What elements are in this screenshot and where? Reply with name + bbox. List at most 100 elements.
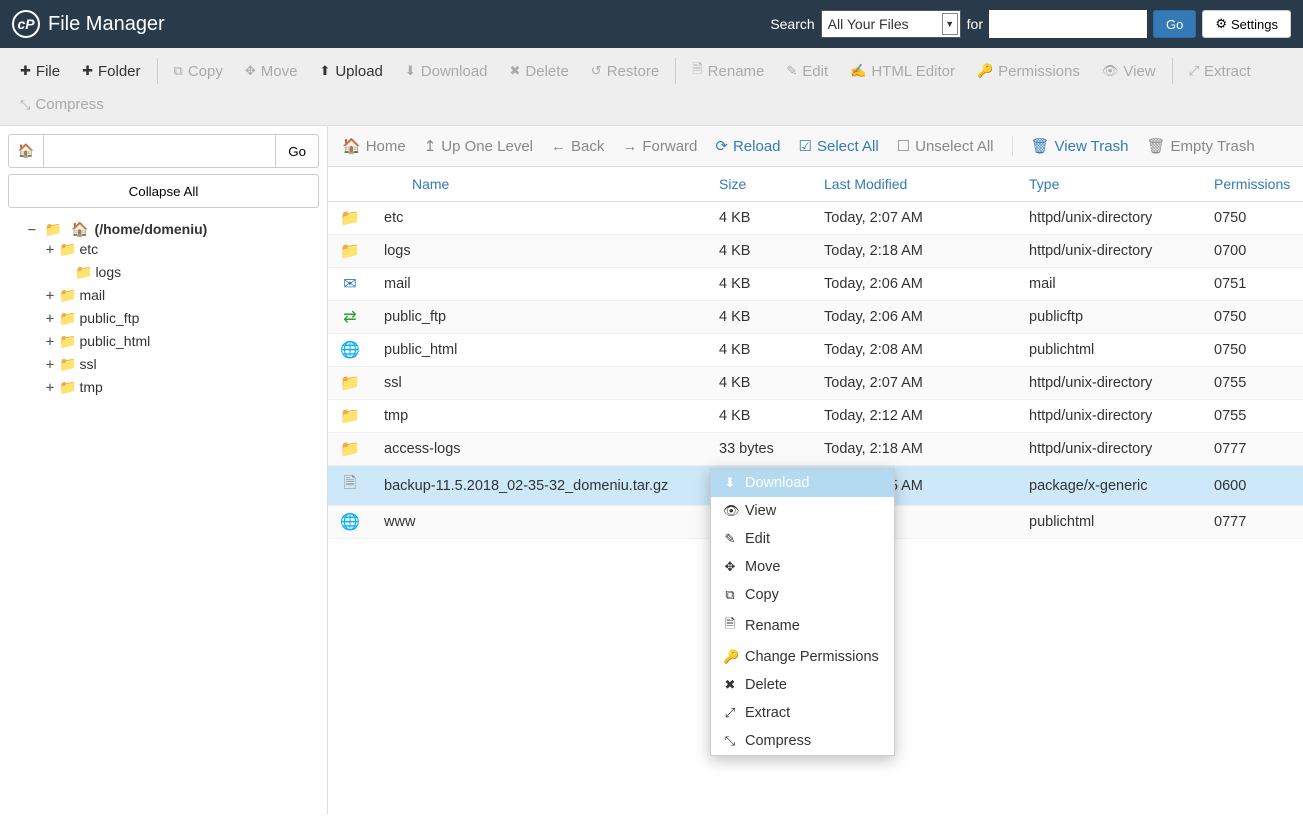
delete-button[interactable]: ✖Delete — [500, 54, 579, 88]
context-menu-item[interactable]: ⬇Download — [711, 469, 894, 497]
home-button[interactable]: 🏠Home — [342, 137, 406, 155]
plus-icon: ✚ — [82, 63, 93, 79]
table-row[interactable]: ⇄public_ftp4 KBToday, 2:06 AMpublicftp07… — [328, 301, 1303, 334]
cpanel-icon: cP — [12, 10, 40, 38]
view-button[interactable]: 👁View — [1092, 54, 1166, 88]
main-toolbar: ✚File ✚Folder ⧉Copy ✥Move ⬆Upload ⬇Downl… — [0, 48, 1303, 126]
plus-icon[interactable]: + — [44, 288, 56, 304]
col-size-header[interactable]: Size — [707, 167, 812, 202]
search-scope-select[interactable]: All Your Files ▼ — [821, 10, 961, 38]
trash-icon: 🗑 — [1031, 137, 1050, 155]
cell-name: tmp — [372, 400, 707, 433]
context-menu-item[interactable]: ⤢Extract — [711, 699, 894, 727]
folder-icon: 📁 — [340, 243, 360, 260]
plus-icon[interactable]: + — [44, 311, 56, 327]
tree-item[interactable]: +📁public_ftp — [44, 307, 319, 330]
col-type-header[interactable]: Type — [1017, 167, 1202, 202]
tree-item[interactable]: +📁mail — [44, 284, 319, 307]
context-menu-item[interactable]: ⤡Compress — [711, 727, 894, 755]
key-icon: 🔑 — [977, 63, 993, 79]
minus-icon[interactable]: − — [26, 222, 38, 238]
search-label: Search — [770, 16, 814, 32]
folder-button[interactable]: ✚Folder — [72, 54, 150, 88]
folder-icon: 📁 — [59, 287, 76, 303]
context-menu-item[interactable]: ✎Edit — [711, 525, 894, 553]
context-menu-item[interactable]: 👁View — [711, 497, 894, 525]
settings-button[interactable]: ⚙ Settings — [1202, 10, 1291, 38]
eye-icon: 👁 — [1102, 63, 1119, 79]
cell-size: 33 bytes — [707, 433, 812, 466]
forward-button[interactable]: →Forward — [622, 138, 697, 155]
empty-trash-button[interactable]: 🗑Empty Trash — [1146, 137, 1254, 155]
up-one-level-button[interactable]: ↥Up One Level — [424, 137, 533, 155]
mail-icon: ✉ — [343, 276, 356, 293]
context-menu-item[interactable]: ✥Move — [711, 553, 894, 581]
context-menu-item[interactable]: ⧉Copy — [711, 581, 894, 609]
tree-item[interactable]: +📁tmp — [44, 376, 319, 399]
col-permissions-header[interactable]: Permissions — [1202, 167, 1303, 202]
table-row[interactable]: 📁tmp4 KBToday, 2:12 AMhttpd/unix-directo… — [328, 400, 1303, 433]
unselect-all-button[interactable]: ☐Unselect All — [897, 137, 994, 155]
context-menu-item[interactable]: 🗎Rename — [711, 609, 894, 643]
cell-name: backup-11.5.2018_02-35-32_domeniu.tar.gz — [372, 466, 707, 506]
cell-size: 4 KB — [707, 367, 812, 400]
up-arrow-icon: ↥ — [424, 137, 437, 155]
go-button[interactable]: Go — [1153, 10, 1196, 38]
extract-button[interactable]: ⤢Extract — [1179, 54, 1261, 88]
tree-item[interactable]: +📁etc — [44, 238, 319, 261]
view-trash-button[interactable]: 🗑View Trash — [1031, 137, 1129, 155]
plus-icon[interactable]: + — [44, 334, 56, 350]
table-row[interactable]: 📁etc4 KBToday, 2:07 AMhttpd/unix-directo… — [328, 202, 1303, 235]
edit-button[interactable]: ✎Edit — [776, 54, 838, 88]
tree-item[interactable]: +📁ssl — [44, 353, 319, 376]
plus-icon[interactable]: + — [44, 357, 56, 373]
plus-icon[interactable]: + — [44, 242, 56, 258]
rename-button[interactable]: 🗎Rename — [682, 54, 774, 88]
home-icon: 🏠 — [71, 221, 88, 237]
context-menu-label: Change Permissions — [745, 649, 879, 665]
move-button[interactable]: ✥Move — [235, 54, 308, 88]
permissions-button[interactable]: 🔑Permissions — [967, 54, 1090, 88]
cell-size: 4 KB — [707, 334, 812, 367]
context-menu-label: Rename — [745, 618, 800, 634]
compress-button[interactable]: ⤡Compress — [10, 90, 114, 119]
collapse-all-button[interactable]: Collapse All — [8, 174, 319, 208]
context-menu-item[interactable]: 🔑Change Permissions — [711, 643, 894, 671]
select-all-button[interactable]: ☑Select All — [799, 137, 879, 155]
folder-icon: 📁 — [75, 264, 92, 280]
tree-item[interactable]: +📁public_html — [44, 330, 319, 353]
context-menu-label: Extract — [745, 705, 790, 721]
plus-icon: ✚ — [20, 63, 31, 79]
path-input[interactable] — [44, 134, 275, 168]
eye-icon: 👁 — [723, 503, 737, 519]
table-row[interactable]: ✉mail4 KBToday, 2:06 AMmail0751 — [328, 268, 1303, 301]
col-name-header[interactable]: Name — [372, 167, 707, 202]
folder-icon: 📁 — [340, 210, 360, 227]
copy-button[interactable]: ⧉Copy — [164, 54, 233, 88]
table-row[interactable]: 🌐public_html4 KBToday, 2:08 AMpublichtml… — [328, 334, 1303, 367]
restore-button[interactable]: ↺Restore — [581, 54, 669, 88]
upload-button[interactable]: ⬆Upload — [309, 54, 392, 88]
compress-icon: ⤡ — [723, 733, 737, 749]
file-button[interactable]: ✚File — [10, 54, 70, 88]
download-button[interactable]: ⬇Download — [395, 54, 498, 88]
reload-button[interactable]: ⟳Reload — [715, 137, 780, 155]
col-modified-header[interactable]: Last Modified — [812, 167, 1017, 202]
context-menu-label: Copy — [745, 587, 779, 603]
table-row[interactable]: 📁logs4 KBToday, 2:18 AMhttpd/unix-direct… — [328, 235, 1303, 268]
table-row[interactable]: 📁ssl4 KBToday, 2:07 AMhttpd/unix-directo… — [328, 367, 1303, 400]
globe-icon: 🌐 — [340, 342, 360, 359]
home-path-button[interactable]: 🏠 — [8, 134, 44, 168]
html-editor-button[interactable]: ✍HTML Editor — [840, 54, 965, 88]
back-button[interactable]: ←Back — [551, 138, 604, 155]
table-row[interactable]: 📁access-logs33 bytesToday, 2:18 AMhttpd/… — [328, 433, 1303, 466]
cell-modified: Today, 2:18 AM — [812, 235, 1017, 268]
path-go-button[interactable]: Go — [275, 134, 319, 168]
tree-item[interactable]: 📁logs — [44, 261, 319, 284]
cell-permissions: 0750 — [1202, 334, 1303, 367]
plus-icon[interactable]: + — [44, 380, 56, 396]
folder-icon: 📁 — [59, 310, 76, 326]
tree-root[interactable]: − 📁 🏠 (/home/domeniu) +📁etc 📁logs+📁mail+… — [26, 218, 319, 402]
context-menu-item[interactable]: ✖Delete — [711, 671, 894, 699]
search-input[interactable] — [989, 10, 1147, 38]
